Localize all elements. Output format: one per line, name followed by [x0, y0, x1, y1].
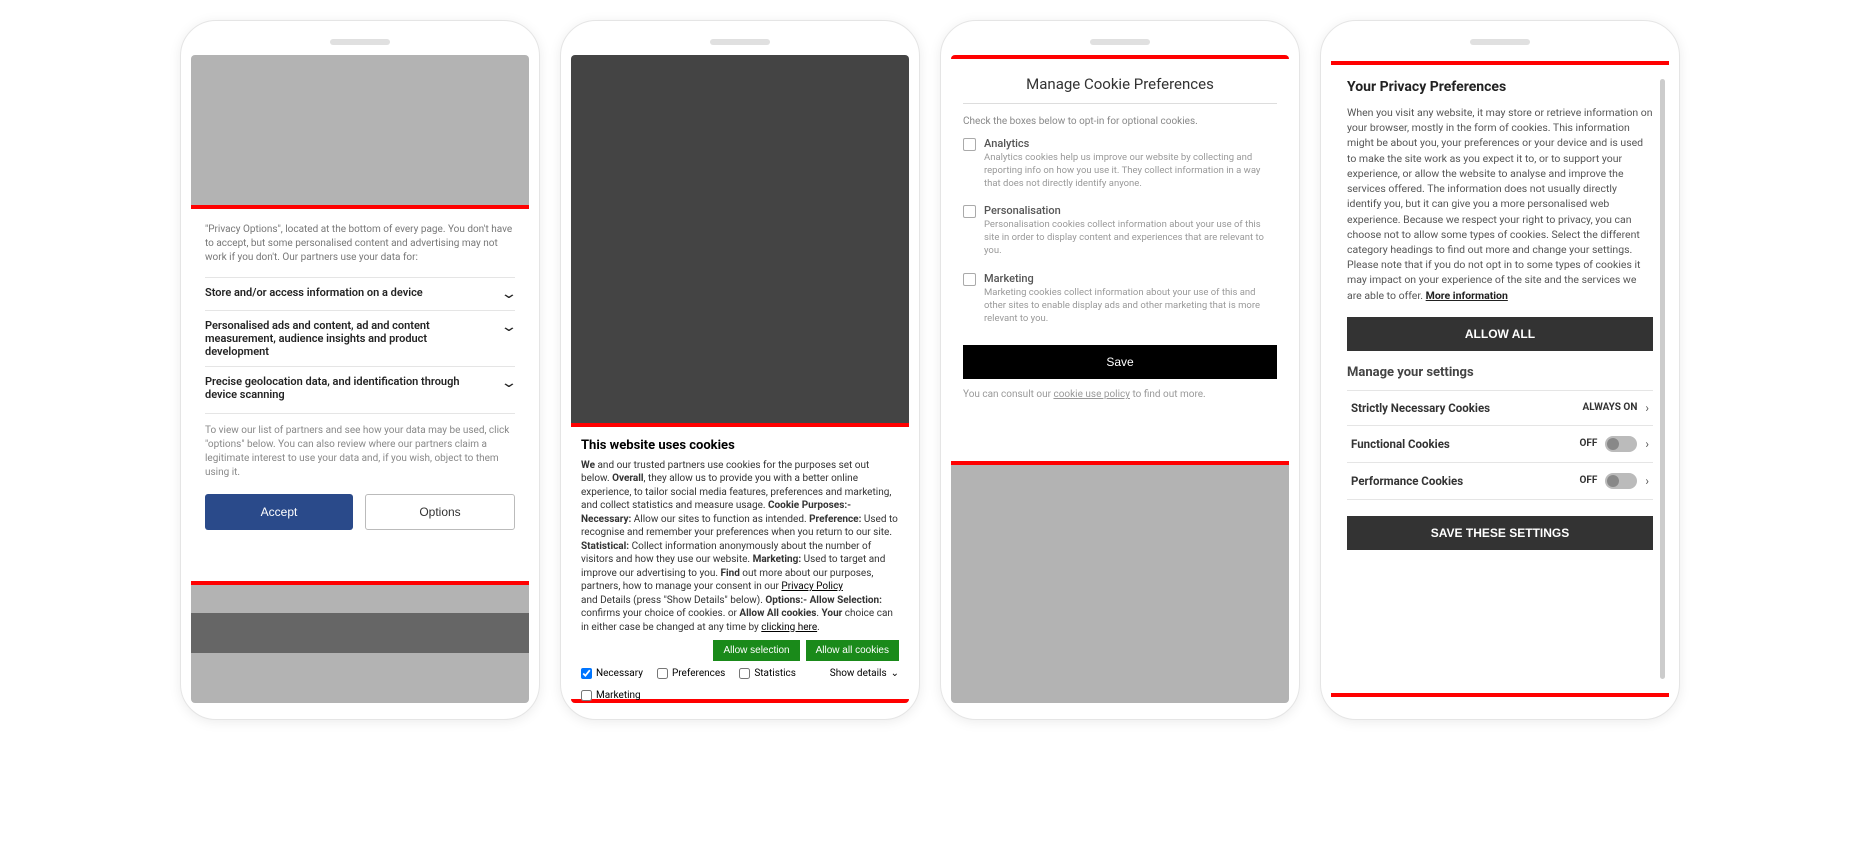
- save-settings-button[interactable]: SAVE THESE SETTINGS: [1347, 516, 1653, 550]
- phone-speaker: [1470, 39, 1530, 45]
- toggle-switch[interactable]: [1605, 473, 1637, 489]
- phone-screen: "Privacy Options", located at the bottom…: [191, 55, 529, 703]
- consent-dialog-4: Your Privacy Preferences When you visit …: [1331, 61, 1669, 697]
- phone-speaker: [1090, 39, 1150, 45]
- checkbox-icon[interactable]: [963, 205, 976, 218]
- allow-selection-button[interactable]: Allow selection: [713, 640, 799, 661]
- consent-dialog-1: "Privacy Options", located at the bottom…: [191, 205, 529, 585]
- phone-speaker: [710, 39, 770, 45]
- consent-dialog-2: This website uses cookies We and our tru…: [571, 423, 909, 703]
- marketing-checkbox[interactable]: Marketing: [581, 689, 641, 703]
- phone-mockup-4: Your Privacy Preferences When you visit …: [1320, 20, 1680, 720]
- marketing-option[interactable]: Marketing Marketing cookies collect info…: [963, 272, 1277, 325]
- chevron-right-icon: ›: [1645, 401, 1649, 415]
- cookie-category-checkboxes: Necessary Preferences Statistics Show de…: [581, 667, 899, 702]
- consent-category-label: Personalised ads and content, ad and con…: [205, 319, 503, 358]
- allow-all-button[interactable]: ALLOW ALL: [1347, 317, 1653, 351]
- row-label: Performance Cookies: [1351, 474, 1463, 488]
- analytics-option[interactable]: Analytics Analytics cookies help us impr…: [963, 137, 1277, 190]
- consent-category-row[interactable]: Precise geolocation data, and identifica…: [205, 366, 515, 409]
- functional-cookies-row[interactable]: Functional Cookies OFF ›: [1347, 425, 1653, 462]
- necessary-checkbox[interactable]: Necessary: [581, 667, 643, 681]
- phone-screen: This website uses cookies We and our tru…: [571, 55, 909, 703]
- checkbox-icon[interactable]: [963, 273, 976, 286]
- statistics-checkbox[interactable]: Statistics: [739, 667, 796, 681]
- phone-screen: Your Privacy Preferences When you visit …: [1331, 55, 1669, 703]
- option-title: Marketing: [984, 272, 1277, 285]
- row-state: ALWAYS ON: [1582, 402, 1637, 413]
- row-label: Strictly Necessary Cookies: [1351, 401, 1490, 415]
- option-description: Analytics cookies help us improve our we…: [984, 152, 1277, 190]
- phone-speaker: [330, 39, 390, 45]
- phone-screen: Manage Cookie Preferences Check the boxe…: [951, 55, 1289, 703]
- consent-footer-text: To view our list of partners and see how…: [205, 413, 515, 480]
- consent-category-label: Store and/or access information on a dev…: [205, 286, 503, 299]
- row-state: OFF: [1580, 475, 1598, 486]
- phone-mockup-3: Manage Cookie Preferences Check the boxe…: [940, 20, 1300, 720]
- strictly-necessary-row[interactable]: Strictly Necessary Cookies ALWAYS ON ›: [1347, 390, 1653, 425]
- option-description: Personalisation cookies collect informat…: [984, 219, 1277, 257]
- dialog-body-text: When you visit any website, it may store…: [1347, 105, 1653, 303]
- chevron-down-icon: ⌄: [500, 319, 518, 335]
- phone-mockup-1: "Privacy Options", located at the bottom…: [180, 20, 540, 720]
- dialog-title: This website uses cookies: [581, 437, 899, 455]
- chevron-right-icon: ›: [1645, 437, 1649, 451]
- background-bar: [191, 613, 529, 653]
- clicking-here-link[interactable]: clicking here: [761, 622, 817, 633]
- accept-button[interactable]: Accept: [205, 494, 353, 530]
- dialog-title: Manage Cookie Preferences: [963, 75, 1277, 104]
- dialog-footer: You can consult our cookie use policy to…: [963, 389, 1277, 400]
- more-information-link[interactable]: More information: [1426, 289, 1508, 302]
- consent-category-row[interactable]: Store and/or access information on a dev…: [205, 277, 515, 310]
- option-description: Marketing cookies collect information ab…: [984, 287, 1277, 325]
- toggle-switch[interactable]: [1605, 436, 1637, 452]
- row-state: OFF: [1580, 438, 1598, 449]
- options-button[interactable]: Options: [365, 494, 515, 530]
- phone-mockup-2: This website uses cookies We and our tru…: [560, 20, 920, 720]
- option-title: Personalisation: [984, 204, 1277, 217]
- option-title: Analytics: [984, 137, 1277, 150]
- checkbox-icon[interactable]: [963, 138, 976, 151]
- manage-settings-heading: Manage your settings: [1347, 365, 1653, 380]
- show-details-toggle[interactable]: Show details ⌄: [830, 667, 899, 681]
- dialog-intro: Check the boxes below to opt-in for opti…: [963, 116, 1277, 127]
- preferences-checkbox[interactable]: Preferences: [657, 667, 725, 681]
- allow-all-cookies-button[interactable]: Allow all cookies: [806, 640, 899, 661]
- dialog-body-text: We and our trusted partners use cookies …: [581, 459, 899, 635]
- consent-category-row[interactable]: Personalised ads and content, ad and con…: [205, 310, 515, 366]
- dialog-title: Your Privacy Preferences: [1347, 79, 1653, 95]
- chevron-down-icon: ⌄: [500, 375, 518, 391]
- chevron-down-icon: ⌄: [891, 667, 899, 681]
- privacy-policy-link[interactable]: Privacy Policy: [781, 581, 843, 592]
- save-button[interactable]: Save: [963, 345, 1277, 379]
- chevron-down-icon: ⌄: [500, 286, 518, 302]
- consent-intro-text: "Privacy Options", located at the bottom…: [205, 223, 515, 265]
- personalisation-option[interactable]: Personalisation Personalisation cookies …: [963, 204, 1277, 257]
- chevron-right-icon: ›: [1645, 474, 1649, 488]
- scrollbar[interactable]: [1660, 79, 1665, 679]
- consent-dialog-3: Manage Cookie Preferences Check the boxe…: [951, 55, 1289, 465]
- cookie-policy-link[interactable]: cookie use policy: [1053, 389, 1130, 400]
- performance-cookies-row[interactable]: Performance Cookies OFF ›: [1347, 462, 1653, 500]
- consent-category-label: Precise geolocation data, and identifica…: [205, 375, 503, 401]
- row-label: Functional Cookies: [1351, 437, 1450, 451]
